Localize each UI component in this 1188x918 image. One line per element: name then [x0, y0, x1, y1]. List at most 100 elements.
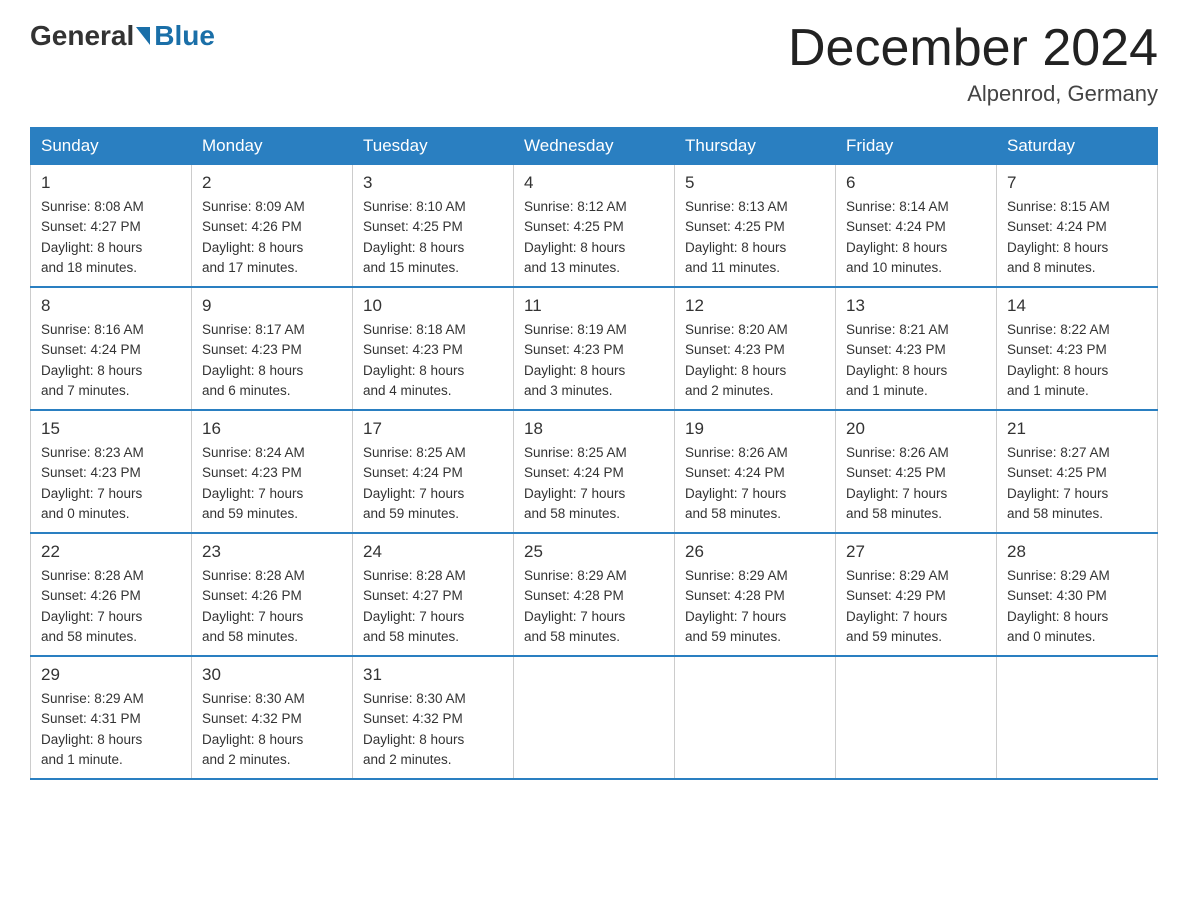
day-number: 20 — [846, 419, 986, 439]
day-info: Sunrise: 8:13 AMSunset: 4:25 PMDaylight:… — [685, 197, 825, 278]
day-info: Sunrise: 8:28 AMSunset: 4:26 PMDaylight:… — [41, 566, 181, 647]
day-number: 14 — [1007, 296, 1147, 316]
table-row: 25Sunrise: 8:29 AMSunset: 4:28 PMDayligh… — [514, 533, 675, 656]
col-thursday: Thursday — [675, 128, 836, 165]
day-info: Sunrise: 8:17 AMSunset: 4:23 PMDaylight:… — [202, 320, 342, 401]
day-number: 12 — [685, 296, 825, 316]
day-info: Sunrise: 8:29 AMSunset: 4:30 PMDaylight:… — [1007, 566, 1147, 647]
day-number: 4 — [524, 173, 664, 193]
location-subtitle: Alpenrod, Germany — [788, 81, 1158, 107]
day-number: 8 — [41, 296, 181, 316]
day-info: Sunrise: 8:18 AMSunset: 4:23 PMDaylight:… — [363, 320, 503, 401]
day-info: Sunrise: 8:29 AMSunset: 4:28 PMDaylight:… — [524, 566, 664, 647]
day-number: 24 — [363, 542, 503, 562]
day-number: 29 — [41, 665, 181, 685]
day-info: Sunrise: 8:30 AMSunset: 4:32 PMDaylight:… — [363, 689, 503, 770]
day-info: Sunrise: 8:22 AMSunset: 4:23 PMDaylight:… — [1007, 320, 1147, 401]
calendar-week-3: 15 Sunrise: 8:23 AMSunset: 4:23 PMDayligh… — [31, 410, 1158, 533]
calendar-week-5: 29 Sunrise: 8:29 AMSunset: 4:31 PMDayligh… — [31, 656, 1158, 779]
table-row: 8Sunrise: 8:16 AMSunset: 4:24 PMDaylight… — [31, 287, 192, 410]
table-row: 17Sunrise: 8:25 AMSunset: 4:24 PMDayligh… — [353, 410, 514, 533]
day-number: 3 — [363, 173, 503, 193]
day-number: 1 — [41, 173, 181, 193]
day-info: Sunrise: 8:20 AMSunset: 4:23 PMDaylight:… — [685, 320, 825, 401]
table-row: 10 Sunrise: 8:18 AMSunset: 4:23 PMDayligh… — [353, 287, 514, 410]
day-info: Sunrise: 8:14 AMSunset: 4:24 PMDaylight:… — [846, 197, 986, 278]
day-number: 16 — [202, 419, 342, 439]
day-number: 21 — [1007, 419, 1147, 439]
month-title: December 2024 — [788, 20, 1158, 77]
empty-cell — [836, 656, 997, 779]
day-number: 2 — [202, 173, 342, 193]
calendar-week-2: 8Sunrise: 8:16 AMSunset: 4:24 PMDaylight… — [31, 287, 1158, 410]
table-row: 29 Sunrise: 8:29 AMSunset: 4:31 PMDayligh… — [31, 656, 192, 779]
day-info: Sunrise: 8:26 AMSunset: 4:24 PMDaylight:… — [685, 443, 825, 524]
calendar-header-row: Sunday Monday Tuesday Wednesday Thursday… — [31, 128, 1158, 165]
page-header: General Blue December 2024 Alpenrod, Ger… — [30, 20, 1158, 107]
table-row: 30Sunrise: 8:30 AMSunset: 4:32 PMDayligh… — [192, 656, 353, 779]
table-row: 28 Sunrise: 8:29 AMSunset: 4:30 PMDayligh… — [997, 533, 1158, 656]
day-info: Sunrise: 8:12 AMSunset: 4:25 PMDaylight:… — [524, 197, 664, 278]
day-info: Sunrise: 8:28 AMSunset: 4:26 PMDaylight:… — [202, 566, 342, 647]
col-wednesday: Wednesday — [514, 128, 675, 165]
day-info: Sunrise: 8:09 AMSunset: 4:26 PMDaylight:… — [202, 197, 342, 278]
table-row: 2 Sunrise: 8:09 AMSunset: 4:26 PMDaylight… — [192, 165, 353, 288]
col-sunday: Sunday — [31, 128, 192, 165]
day-info: Sunrise: 8:29 AMSunset: 4:31 PMDaylight:… — [41, 689, 181, 770]
calendar-table: Sunday Monday Tuesday Wednesday Thursday… — [30, 127, 1158, 780]
logo-blue-text: Blue — [154, 20, 215, 52]
day-number: 10 — [363, 296, 503, 316]
logo: General Blue — [30, 20, 215, 52]
day-info: Sunrise: 8:08 AMSunset: 4:27 PMDaylight:… — [41, 197, 181, 278]
day-number: 18 — [524, 419, 664, 439]
table-row: 21 Sunrise: 8:27 AMSunset: 4:25 PMDayligh… — [997, 410, 1158, 533]
day-info: Sunrise: 8:15 AMSunset: 4:24 PMDaylight:… — [1007, 197, 1147, 278]
day-number: 17 — [363, 419, 503, 439]
logo-general-text: General — [30, 20, 134, 52]
day-number: 27 — [846, 542, 986, 562]
col-friday: Friday — [836, 128, 997, 165]
table-row: 4 Sunrise: 8:12 AMSunset: 4:25 PMDaylight… — [514, 165, 675, 288]
table-row: 5 Sunrise: 8:13 AMSunset: 4:25 PMDaylight… — [675, 165, 836, 288]
day-number: 22 — [41, 542, 181, 562]
day-info: Sunrise: 8:26 AMSunset: 4:25 PMDaylight:… — [846, 443, 986, 524]
col-saturday: Saturday — [997, 128, 1158, 165]
day-number: 26 — [685, 542, 825, 562]
table-row: 6 Sunrise: 8:14 AMSunset: 4:24 PMDaylight… — [836, 165, 997, 288]
table-row: 24Sunrise: 8:28 AMSunset: 4:27 PMDayligh… — [353, 533, 514, 656]
col-tuesday: Tuesday — [353, 128, 514, 165]
table-row: 20 Sunrise: 8:26 AMSunset: 4:25 PMDayligh… — [836, 410, 997, 533]
table-row: 15 Sunrise: 8:23 AMSunset: 4:23 PMDayligh… — [31, 410, 192, 533]
table-row: 3 Sunrise: 8:10 AMSunset: 4:25 PMDaylight… — [353, 165, 514, 288]
day-number: 6 — [846, 173, 986, 193]
col-monday: Monday — [192, 128, 353, 165]
day-info: Sunrise: 8:25 AMSunset: 4:24 PMDaylight:… — [524, 443, 664, 524]
day-info: Sunrise: 8:23 AMSunset: 4:23 PMDaylight:… — [41, 443, 181, 524]
day-number: 30 — [202, 665, 342, 685]
day-number: 15 — [41, 419, 181, 439]
table-row: 13 Sunrise: 8:21 AMSunset: 4:23 PMDayligh… — [836, 287, 997, 410]
empty-cell — [997, 656, 1158, 779]
table-row: 16Sunrise: 8:24 AMSunset: 4:23 PMDayligh… — [192, 410, 353, 533]
table-row: 19 Sunrise: 8:26 AMSunset: 4:24 PMDayligh… — [675, 410, 836, 533]
table-row: 23 Sunrise: 8:28 AMSunset: 4:26 PMDayligh… — [192, 533, 353, 656]
table-row: 27Sunrise: 8:29 AMSunset: 4:29 PMDayligh… — [836, 533, 997, 656]
table-row: 31 Sunrise: 8:30 AMSunset: 4:32 PMDayligh… — [353, 656, 514, 779]
day-info: Sunrise: 8:10 AMSunset: 4:25 PMDaylight:… — [363, 197, 503, 278]
table-row: 11Sunrise: 8:19 AMSunset: 4:23 PMDayligh… — [514, 287, 675, 410]
table-row: 9 Sunrise: 8:17 AMSunset: 4:23 PMDaylight… — [192, 287, 353, 410]
day-number: 19 — [685, 419, 825, 439]
table-row: 12 Sunrise: 8:20 AMSunset: 4:23 PMDayligh… — [675, 287, 836, 410]
day-number: 7 — [1007, 173, 1147, 193]
day-number: 13 — [846, 296, 986, 316]
day-number: 5 — [685, 173, 825, 193]
day-number: 9 — [202, 296, 342, 316]
title-section: December 2024 Alpenrod, Germany — [788, 20, 1158, 107]
day-info: Sunrise: 8:27 AMSunset: 4:25 PMDaylight:… — [1007, 443, 1147, 524]
day-number: 31 — [363, 665, 503, 685]
day-number: 23 — [202, 542, 342, 562]
table-row: 1 Sunrise: 8:08 AMSunset: 4:27 PMDaylight… — [31, 165, 192, 288]
table-row: 18 Sunrise: 8:25 AMSunset: 4:24 PMDayligh… — [514, 410, 675, 533]
day-number: 28 — [1007, 542, 1147, 562]
day-info: Sunrise: 8:21 AMSunset: 4:23 PMDaylight:… — [846, 320, 986, 401]
